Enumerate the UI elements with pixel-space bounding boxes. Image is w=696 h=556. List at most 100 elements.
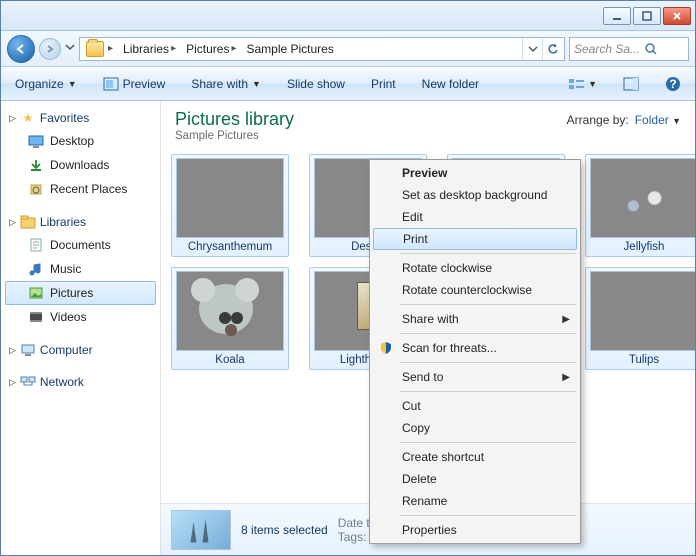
nav-label: Downloads <box>50 158 109 172</box>
ctx-cut[interactable]: Cut <box>372 395 578 417</box>
file-item[interactable]: Koala <box>171 267 289 370</box>
svg-text:?: ? <box>669 77 676 91</box>
videos-icon <box>28 309 44 325</box>
preview-button[interactable]: Preview <box>97 72 172 96</box>
ctx-label: Properties <box>402 523 457 537</box>
network-icon <box>20 374 36 390</box>
print-label: Print <box>371 77 396 91</box>
command-bar: Organize ▼ Preview Share with ▼ Slide sh… <box>1 67 695 101</box>
refresh-button[interactable] <box>542 38 562 60</box>
address-dropdown[interactable] <box>522 38 542 60</box>
ctx-label: Rotate counterclockwise <box>402 283 532 297</box>
nav-label: Videos <box>50 310 86 324</box>
view-menu[interactable]: ▼ <box>562 72 603 96</box>
address-bar[interactable]: ▸ Libraries▸ Pictures▸ Sample Pictures <box>79 37 565 61</box>
ctx-label: Send to <box>402 370 443 384</box>
ctx-label: Create shortcut <box>402 450 484 464</box>
ctx-label: Rename <box>402 494 447 508</box>
newfolder-label: New folder <box>422 77 479 91</box>
navigation-pane: ▷★Favorites Desktop Downloads Recent Pla… <box>1 101 161 555</box>
computer-icon <box>20 342 36 358</box>
ctx-properties[interactable]: Properties <box>372 519 578 541</box>
thumbnail-image <box>590 158 695 238</box>
ctx-label: Rotate clockwise <box>402 261 492 275</box>
nav-label: Recent Places <box>50 182 127 196</box>
breadcrumb-label: Pictures <box>186 42 229 56</box>
nav-videos[interactable]: Videos <box>5 305 156 329</box>
arrange-value[interactable]: Folder ▼ <box>635 113 681 127</box>
organize-label: Organize <box>15 77 64 91</box>
ctx-label: Preview <box>402 166 447 180</box>
downloads-icon <box>28 157 44 173</box>
nav-music[interactable]: Music <box>5 257 156 281</box>
ctx-print[interactable]: Print <box>373 228 577 250</box>
arrange-label: Arrange by: <box>567 113 629 127</box>
ctx-rename[interactable]: Rename <box>372 490 578 512</box>
nav-downloads[interactable]: Downloads <box>5 153 156 177</box>
forward-button[interactable] <box>39 38 61 60</box>
minimize-button[interactable] <box>603 7 631 25</box>
print-button[interactable]: Print <box>365 73 402 95</box>
tags-label: Tags: <box>338 530 367 544</box>
ctx-label: Scan for threats... <box>402 341 497 355</box>
documents-icon <box>28 237 44 253</box>
library-subtitle: Sample Pictures <box>175 130 294 142</box>
nav-pictures[interactable]: Pictures <box>5 281 156 305</box>
ctx-share-with[interactable]: Share with▶ <box>372 308 578 330</box>
breadcrumb-pictures[interactable]: Pictures▸ <box>182 38 242 60</box>
ctx-scan-threats[interactable]: Scan for threats... <box>372 337 578 359</box>
help-button[interactable]: ? <box>659 72 687 96</box>
file-name: Koala <box>215 354 244 366</box>
arrange-by[interactable]: Arrange by: Folder ▼ <box>567 109 681 127</box>
search-icon <box>644 42 658 56</box>
breadcrumb-libraries[interactable]: Libraries▸ <box>119 38 182 60</box>
libraries-header[interactable]: ▷Libraries <box>5 211 156 233</box>
ctx-set-background[interactable]: Set as desktop background <box>372 184 578 206</box>
ctx-send-to[interactable]: Send to▶ <box>372 366 578 388</box>
breadcrumb-sample-pictures[interactable]: Sample Pictures <box>242 38 337 60</box>
ctx-create-shortcut[interactable]: Create shortcut <box>372 446 578 468</box>
music-icon <box>28 261 44 277</box>
maximize-button[interactable] <box>633 7 661 25</box>
ctx-delete[interactable]: Delete <box>372 468 578 490</box>
slideshow-button[interactable]: Slide show <box>281 73 351 95</box>
nav-desktop[interactable]: Desktop <box>5 129 156 153</box>
ctx-rotate-cw[interactable]: Rotate clockwise <box>372 257 578 279</box>
library-title: Pictures library <box>175 109 294 130</box>
ctx-label: Edit <box>402 210 423 224</box>
slideshow-label: Slide show <box>287 77 345 91</box>
explorer-window: ▸ Libraries▸ Pictures▸ Sample Pictures S… <box>0 0 696 556</box>
share-menu[interactable]: Share with ▼ <box>185 73 267 95</box>
arrange-value-text: Folder <box>635 113 669 127</box>
close-button[interactable] <box>663 7 691 25</box>
breadcrumb-label: Sample Pictures <box>246 42 333 56</box>
nav-documents[interactable]: Documents <box>5 233 156 257</box>
details-thumbnail <box>171 510 231 550</box>
folder-icon[interactable]: ▸ <box>82 38 119 60</box>
ctx-rotate-ccw[interactable]: Rotate counterclockwise <box>372 279 578 301</box>
nav-label: Desktop <box>50 134 94 148</box>
file-item[interactable]: Jellyfish <box>585 154 695 257</box>
back-button[interactable] <box>7 35 35 63</box>
ctx-label: Print <box>403 232 428 246</box>
preview-icon <box>103 76 119 92</box>
submenu-arrow-icon: ▶ <box>562 314 570 325</box>
ctx-copy[interactable]: Copy <box>372 417 578 439</box>
context-menu: Preview Set as desktop background Edit P… <box>369 159 581 544</box>
history-dropdown[interactable] <box>65 42 75 56</box>
file-item[interactable]: Chrysanthemum <box>171 154 289 257</box>
favorites-header[interactable]: ▷★Favorites <box>5 107 156 129</box>
search-box[interactable]: Search Sa... <box>569 37 689 61</box>
network-header[interactable]: ▷Network <box>5 371 156 393</box>
ctx-preview[interactable]: Preview <box>372 162 578 184</box>
favorites-label: Favorites <box>40 111 89 125</box>
titlebar <box>1 1 695 31</box>
nav-recent[interactable]: Recent Places <box>5 177 156 201</box>
preview-pane-button[interactable] <box>617 72 645 96</box>
file-item[interactable]: Tulips <box>585 267 695 370</box>
computer-header[interactable]: ▷Computer <box>5 339 156 361</box>
ctx-label: Cut <box>402 399 421 413</box>
organize-menu[interactable]: Organize ▼ <box>9 73 83 95</box>
ctx-edit[interactable]: Edit <box>372 206 578 228</box>
new-folder-button[interactable]: New folder <box>416 73 485 95</box>
